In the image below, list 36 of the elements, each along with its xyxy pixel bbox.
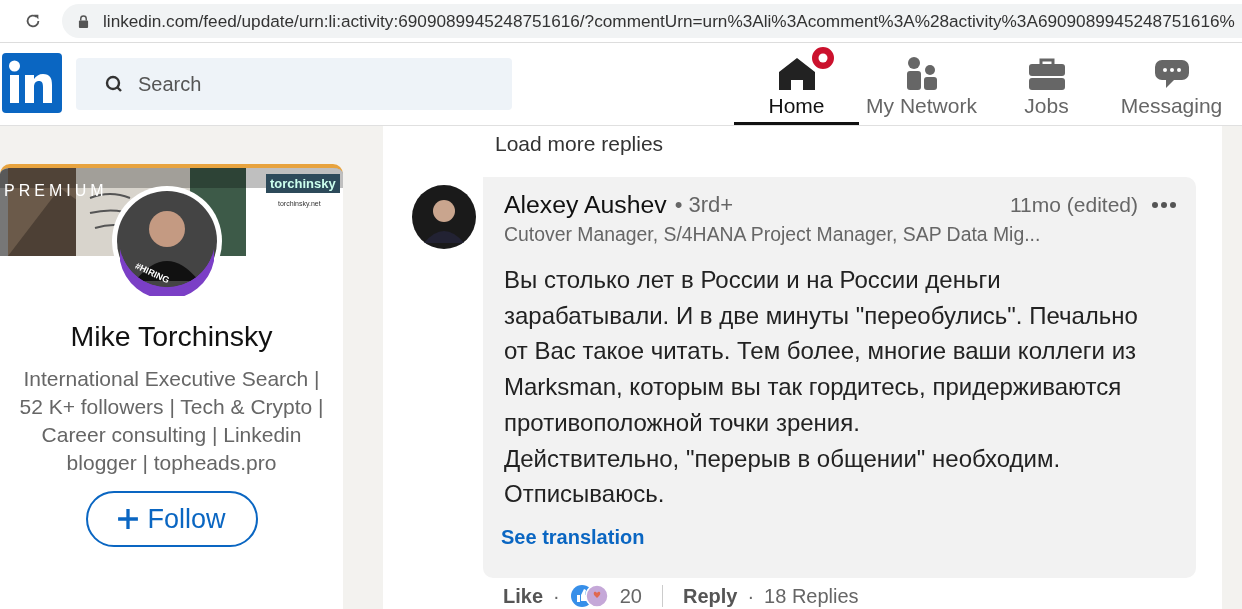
follow-button[interactable]: Follow bbox=[85, 491, 258, 547]
chat-bubble-icon bbox=[1153, 58, 1190, 90]
house-icon bbox=[776, 56, 817, 90]
plus-icon bbox=[117, 508, 140, 530]
author-subtitle: Cutover Manager, S/4HANA Project Manager, SAP Data Mig... bbox=[504, 223, 1042, 246]
url-text: linkedin.com/feed/update/urn:li:activity:6909089945248751616/?commentUrn=urn%3Ali%3Acomment%3A%28activity%3A6909089945248751616% bbox=[103, 10, 1235, 32]
load-more-link[interactable]: Load more replies bbox=[495, 132, 664, 156]
more-options-icon[interactable] bbox=[1152, 202, 1176, 208]
connection-degree: • 3rd+ bbox=[674, 192, 734, 218]
commenter-avatar[interactable] bbox=[412, 185, 476, 249]
search-field[interactable]: Search bbox=[76, 58, 512, 110]
separator-dot: · bbox=[553, 584, 560, 608]
author-name[interactable]: Alexey Aushev bbox=[504, 191, 667, 219]
briefcase-icon bbox=[1027, 58, 1066, 90]
address-bar[interactable]: linkedin.com/feed/update/urn:li:activity:6909089945248751616/?commentUrn=urn%3Ali%3Acomment%3A%28activity%3A6909089945248751616% bbox=[62, 4, 1242, 38]
search-icon bbox=[104, 74, 124, 94]
separator-dot: · bbox=[747, 584, 755, 608]
premium-label: PREMIUM bbox=[4, 182, 108, 200]
comment-text: Вы столько лет в России и на России деньги зарабатывали. И в две минуты "переобулись". Печально от Вас такое читать. Тем более, многие ваши коллеги из Marksman, которым вы так гордитесь, придерживаются противоположной точки зрения. Действительно, "перерыв в общении" необходим. Отписываюсь. bbox=[504, 265, 1139, 510]
lock-icon[interactable] bbox=[78, 14, 89, 28]
profile-name[interactable]: Mike Torchinsky bbox=[70, 320, 273, 353]
replies-count[interactable]: 18 Replies bbox=[764, 584, 859, 608]
comment-time: 11mo (edited) bbox=[1010, 193, 1138, 217]
linkedin-logo-icon[interactable] bbox=[2, 53, 62, 113]
reply-action[interactable]: Reply bbox=[682, 584, 738, 608]
profile-avatar[interactable] bbox=[112, 186, 222, 296]
profile-headline: International Executive Search | 52 K+ followers | Tech & Crypto | Career consulting | Linkedin blogger | topheads.pro bbox=[18, 366, 325, 476]
like-action[interactable]: Like bbox=[503, 584, 544, 608]
nav-tab[interactable]: Messaging bbox=[1109, 43, 1234, 125]
reaction-count[interactable]: 20 bbox=[619, 584, 642, 608]
nav-tab[interactable]: My Network bbox=[859, 43, 984, 125]
brand-logo: torchinsky bbox=[266, 174, 340, 193]
reload-icon[interactable] bbox=[24, 12, 42, 30]
nav-tab[interactable]: Jobs bbox=[984, 43, 1109, 125]
reaction-icons-icon[interactable] bbox=[569, 584, 610, 608]
see-translation-link[interactable]: See translation bbox=[501, 525, 645, 549]
